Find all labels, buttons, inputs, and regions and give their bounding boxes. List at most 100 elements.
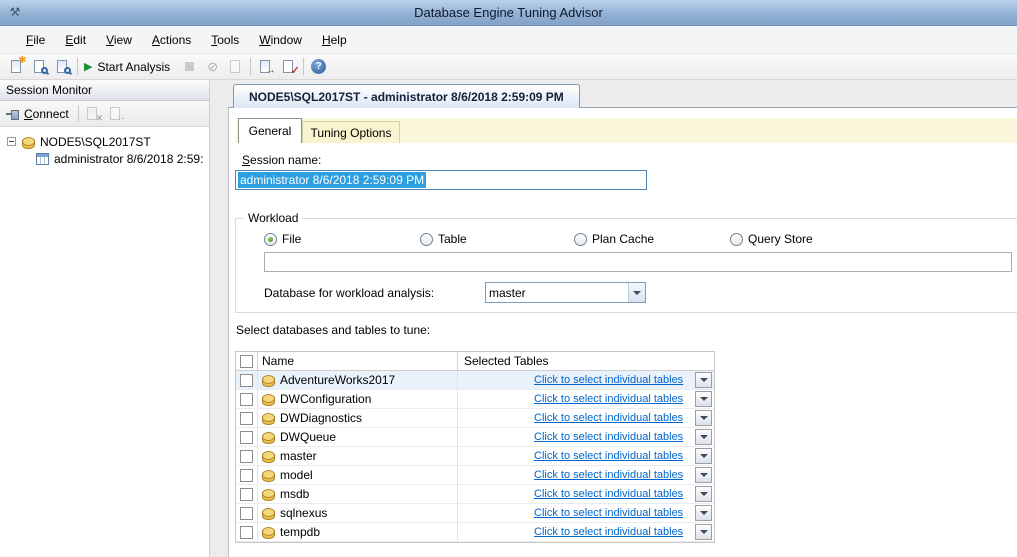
row-checkbox[interactable]	[240, 507, 253, 520]
session-document-tab[interactable]: NODE5\SQL2017ST - administrator 8/6/2018…	[233, 84, 580, 108]
apply-recommendations-icon: ✓	[281, 59, 297, 75]
select-tables-link[interactable]: Click to select individual tables	[534, 469, 693, 481]
session-name-input[interactable]: administrator 8/6/2018 2:59:09 PM	[235, 170, 647, 190]
row-checkbox[interactable]	[240, 393, 253, 406]
select-tables-link[interactable]: Click to select individual tables	[534, 393, 693, 405]
radio-file-label: File	[282, 232, 301, 246]
databases-table: Name Selected Tables AdventureWorks2017 …	[235, 351, 715, 543]
select-tables-link[interactable]: Click to select individual tables	[534, 412, 693, 424]
tree-root-item[interactable]: NODE5\SQL2017ST	[0, 133, 209, 150]
tables-dropdown-button[interactable]	[695, 372, 712, 388]
chevron-down-icon	[700, 530, 708, 534]
database-combo[interactable]: master	[485, 282, 646, 303]
toolbar-separator	[78, 105, 79, 122]
tables-dropdown-button[interactable]	[695, 524, 712, 540]
new-session-icon: ✱	[9, 59, 25, 75]
new-session-button[interactable]: ✱	[5, 56, 28, 78]
tab-general[interactable]: General	[238, 118, 302, 143]
connect-icon	[6, 108, 20, 120]
stop-session-button: ✕	[82, 103, 105, 125]
tables-dropdown-button[interactable]	[695, 410, 712, 426]
select-tables-link[interactable]: Click to select individual tables	[534, 450, 693, 462]
open-session-icon	[55, 59, 71, 75]
radio-table-label: Table	[438, 232, 467, 246]
workload-file-input[interactable]	[264, 252, 1012, 272]
help-button[interactable]: ?	[307, 56, 330, 78]
toolbar-separator	[303, 58, 304, 75]
session-name-label: Session name:	[242, 153, 321, 167]
delete-session-icon: →	[108, 106, 124, 122]
menu-file[interactable]: File	[16, 28, 55, 52]
tables-dropdown-button[interactable]	[695, 429, 712, 445]
menu-view[interactable]: View	[96, 28, 142, 52]
cancel-analysis-button: ⊘	[201, 56, 224, 78]
radio-unselected-icon	[420, 233, 433, 246]
menu-window[interactable]: Window	[249, 28, 312, 52]
start-analysis-button[interactable]: ▶ Start Analysis	[81, 56, 178, 78]
menu-bar: File Edit View Actions Tools Window Help	[0, 26, 1017, 54]
row-checkbox[interactable]	[240, 488, 253, 501]
selected-tables-column-header: Selected Tables	[458, 352, 714, 370]
server-name-label: NODE5\SQL2017ST	[40, 135, 151, 149]
database-for-analysis-label: Database for workload analysis:	[264, 286, 434, 300]
radio-plan-cache-label: Plan Cache	[592, 232, 654, 246]
select-tables-link[interactable]: Click to select individual tables	[534, 431, 693, 443]
tables-dropdown-button[interactable]	[695, 505, 712, 521]
import-session-icon: →	[258, 59, 274, 75]
tables-dropdown-button[interactable]	[695, 448, 712, 464]
select-tables-link[interactable]: Click to select individual tables	[534, 374, 693, 386]
app-icon: ⚒	[7, 4, 23, 20]
session-monitor-toolbar: Connect ✕ →	[0, 101, 209, 127]
tables-dropdown-button[interactable]	[695, 391, 712, 407]
main-toolbar: ✱ ▶ Start Analysis ⊘ → ✓ ?	[0, 54, 1017, 80]
radio-unselected-icon	[574, 233, 587, 246]
radio-file[interactable]: File	[264, 232, 301, 246]
import-session-button[interactable]: →	[254, 56, 277, 78]
start-analysis-icon: ▶	[84, 60, 92, 73]
apply-recommendations-button[interactable]: ✓	[277, 56, 300, 78]
collapse-icon[interactable]	[7, 137, 16, 146]
row-checkbox[interactable]	[240, 450, 253, 463]
chevron-down-icon	[700, 473, 708, 477]
select-tables-link[interactable]: Click to select individual tables	[534, 488, 693, 500]
tab-tuning-options[interactable]: Tuning Options	[302, 121, 400, 143]
select-tables-link[interactable]: Click to select individual tables	[534, 526, 693, 538]
radio-query-store[interactable]: Query Store	[730, 232, 813, 246]
open-workload-button[interactable]	[28, 56, 51, 78]
row-checkbox[interactable]	[240, 431, 253, 444]
radio-plan-cache[interactable]: Plan Cache	[574, 232, 654, 246]
connect-button[interactable]: Connect	[3, 103, 75, 125]
session-icon	[36, 153, 49, 165]
tables-dropdown-button[interactable]	[695, 467, 712, 483]
row-checkbox[interactable]	[240, 412, 253, 425]
menu-actions[interactable]: Actions	[142, 28, 201, 52]
row-checkbox[interactable]	[240, 374, 253, 387]
open-session-button[interactable]	[51, 56, 74, 78]
database-name: DWConfiguration	[280, 392, 371, 406]
database-icon	[262, 430, 275, 444]
select-all-checkbox[interactable]	[240, 355, 253, 368]
cancel-analysis-icon: ⊘	[207, 59, 218, 75]
table-header-row: Name Selected Tables	[236, 352, 714, 371]
select-tables-link[interactable]: Click to select individual tables	[534, 507, 693, 519]
session-tree: NODE5\SQL2017ST administrator 8/6/2018 2…	[0, 128, 209, 557]
menu-edit[interactable]: Edit	[55, 28, 96, 52]
save-session-button	[224, 56, 247, 78]
menu-help[interactable]: Help	[312, 28, 357, 52]
stop-analysis-button	[178, 56, 201, 78]
database-name: DWQueue	[280, 430, 336, 444]
row-checkbox[interactable]	[240, 469, 253, 482]
table-row: DWConfiguration Click to select individu…	[236, 390, 714, 409]
tree-session-item[interactable]: administrator 8/6/2018 2:59:	[0, 150, 209, 167]
database-name: sqlnexus	[280, 506, 327, 520]
database-name: model	[280, 468, 313, 482]
tables-dropdown-button[interactable]	[695, 486, 712, 502]
radio-table[interactable]: Table	[420, 232, 467, 246]
database-name: tempdb	[280, 525, 320, 539]
menu-tools[interactable]: Tools	[201, 28, 249, 52]
chevron-down-icon	[700, 511, 708, 515]
database-combo-dropdown-button[interactable]	[628, 283, 645, 302]
connect-label: Connect	[24, 107, 69, 121]
database-icon	[262, 411, 275, 425]
row-checkbox[interactable]	[240, 526, 253, 539]
